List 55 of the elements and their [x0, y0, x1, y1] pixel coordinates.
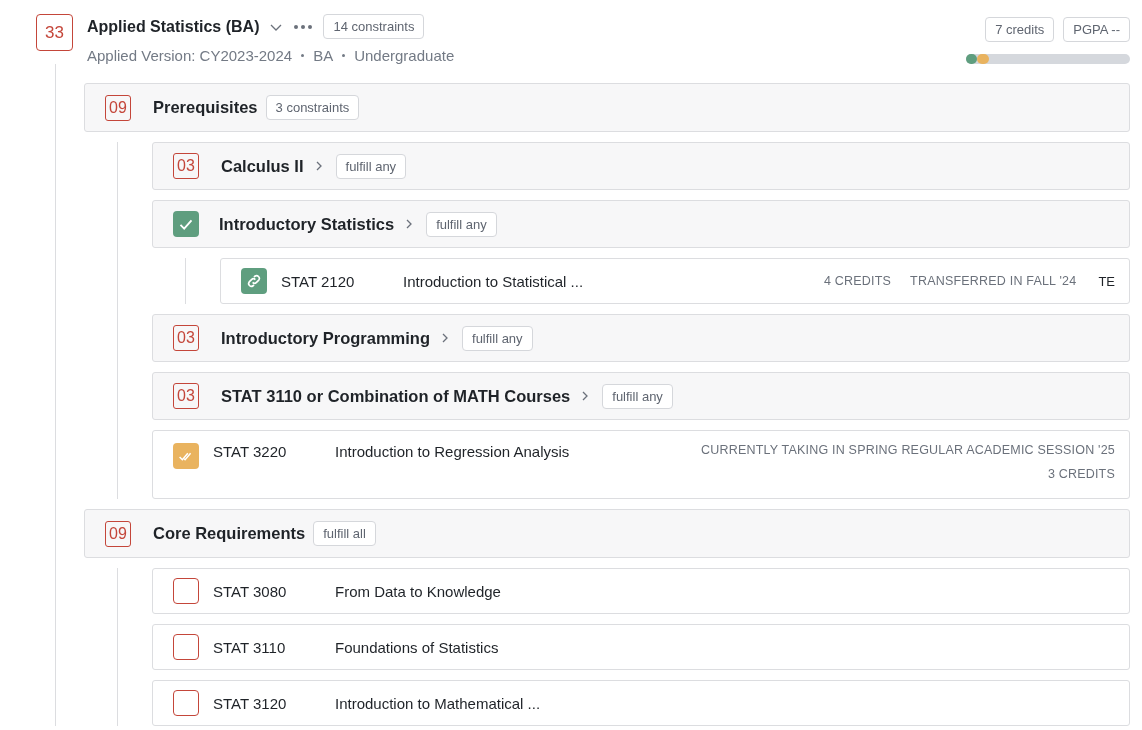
count-badge: 03: [173, 325, 199, 351]
rule-tag: fulfill all: [313, 521, 376, 546]
course-title: Introduction to Mathematical ...: [335, 694, 542, 712]
program-meta: BA: [313, 47, 334, 64]
course-code: STAT 3120: [213, 694, 288, 712]
group-title: Introductory Statistics: [219, 214, 395, 234]
grade: TE: [1098, 273, 1115, 289]
course-code: STAT 3110: [213, 638, 287, 656]
course-card[interactable]: STAT 2120 Introduction to Statistical ... 4 CREDITS TRANSFERRED IN FALL '24 TE: [220, 258, 1130, 304]
count-badge: 33: [36, 14, 73, 51]
course-title: Introduction to Regression Analysis: [335, 443, 571, 460]
count-badge: 09: [105, 520, 131, 547]
course-title: Foundations of Statistics: [335, 638, 500, 656]
program-meta: Applied Version: CY2023-2024: [87, 47, 293, 64]
empty-checkbox[interactable]: [173, 690, 199, 716]
course-detail: TRANSFERRED IN FALL '24: [910, 274, 1077, 288]
constraints-tag: 14 constraints: [323, 14, 425, 39]
count-badge: 03: [173, 153, 199, 179]
count-badge: 09: [105, 94, 131, 121]
requirement-group[interactable]: 03 STAT 3110 or Combination of MATH Courses fulfill any: [152, 372, 1130, 420]
course-title: Introduction to Statistical ...: [403, 272, 585, 290]
count-badge: 03: [173, 383, 199, 409]
empty-checkbox[interactable]: [173, 634, 199, 660]
stat-tag: PGPA --: [1063, 17, 1130, 42]
rule-tag: fulfill any: [602, 383, 673, 409]
section-title: Core Requirements: [153, 524, 306, 543]
course-card[interactable]: STAT 3120 Introduction to Mathematical ...: [152, 680, 1130, 726]
more-icon[interactable]: [293, 23, 314, 30]
rule-tag: fulfill any: [335, 153, 407, 179]
section-header[interactable]: 09 Core Requirements fulfill all: [84, 509, 1130, 558]
group-title: STAT 3110 or Combination of MATH Courses: [221, 386, 571, 406]
course-code: STAT 2120: [281, 272, 356, 290]
course-detail: 3 CREDITS: [1047, 467, 1115, 481]
requirement-group[interactable]: Introductory Statistics fulfill any: [152, 200, 1130, 248]
rule-tag: 3 constraints: [265, 95, 360, 120]
stat-tag: 7 credits: [985, 17, 1055, 42]
requirement-group[interactable]: 03 Calculus II fulfill any: [152, 142, 1130, 190]
group-title: Introductory Programming: [221, 328, 430, 348]
program-title: Applied Statistics (BA): [87, 17, 260, 36]
requirement-group[interactable]: 03 Introductory Programming fulfill any: [152, 314, 1130, 362]
course-detail: 4 CREDITS: [824, 274, 892, 288]
course-detail: CURRENTLY TAKING IN SPRING REGULAR ACADEMIC SESSION '25: [701, 443, 1115, 457]
group-title: Calculus II: [221, 156, 304, 176]
course-code: STAT 3080: [213, 582, 288, 600]
program-meta: Undergraduate: [354, 47, 455, 64]
empty-checkbox[interactable]: [173, 578, 199, 604]
section-title: Prerequisites: [153, 98, 258, 117]
rule-tag: fulfill any: [462, 325, 533, 351]
rule-tag: fulfill any: [426, 211, 497, 237]
section-header[interactable]: 09 Prerequisites 3 constraints: [84, 83, 1130, 132]
course-card[interactable]: STAT 3220 Introduction to Regression Analysis CURRENTLY TAKING IN SPRING REGULAR ACADEMIC SESSION '25 3 CREDITS: [152, 430, 1130, 499]
course-code: STAT 3220: [213, 443, 288, 460]
course-card[interactable]: STAT 3110 Foundations of Statistics: [152, 624, 1130, 670]
course-card[interactable]: STAT 3080 From Data to Knowledge: [152, 568, 1130, 614]
course-title: From Data to Knowledge: [335, 582, 502, 600]
